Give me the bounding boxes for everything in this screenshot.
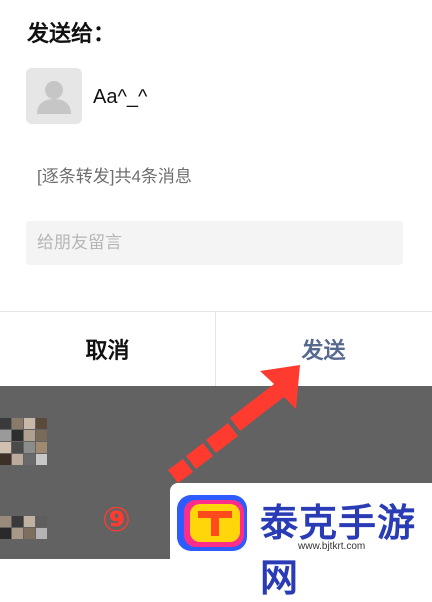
watermark-logo: [177, 495, 247, 551]
step-number: ⑨: [102, 501, 131, 539]
forward-summary: [逐条转发]共4条消息: [37, 167, 192, 186]
default-user-icon: [26, 68, 82, 124]
dialog-title: 发送给：: [27, 21, 116, 46]
send-button[interactable]: 发送: [216, 312, 431, 386]
share-dialog: 发送给： Aa^_^ [逐条转发]共4条消息 取消 发送: [0, 0, 432, 386]
watermark-url: www.bjtkrt.com: [298, 541, 366, 552]
recipient-avatar: [26, 68, 82, 124]
photo-thumbnails-lower: [0, 516, 48, 539]
message-input[interactable]: [26, 221, 403, 265]
photo-thumbnails: [0, 418, 48, 465]
recipient-name: Aa^_^: [93, 86, 148, 108]
cancel-button[interactable]: 取消: [0, 312, 215, 386]
site-watermark: 泰克手游网 www.bjtkrt.com: [170, 483, 432, 600]
